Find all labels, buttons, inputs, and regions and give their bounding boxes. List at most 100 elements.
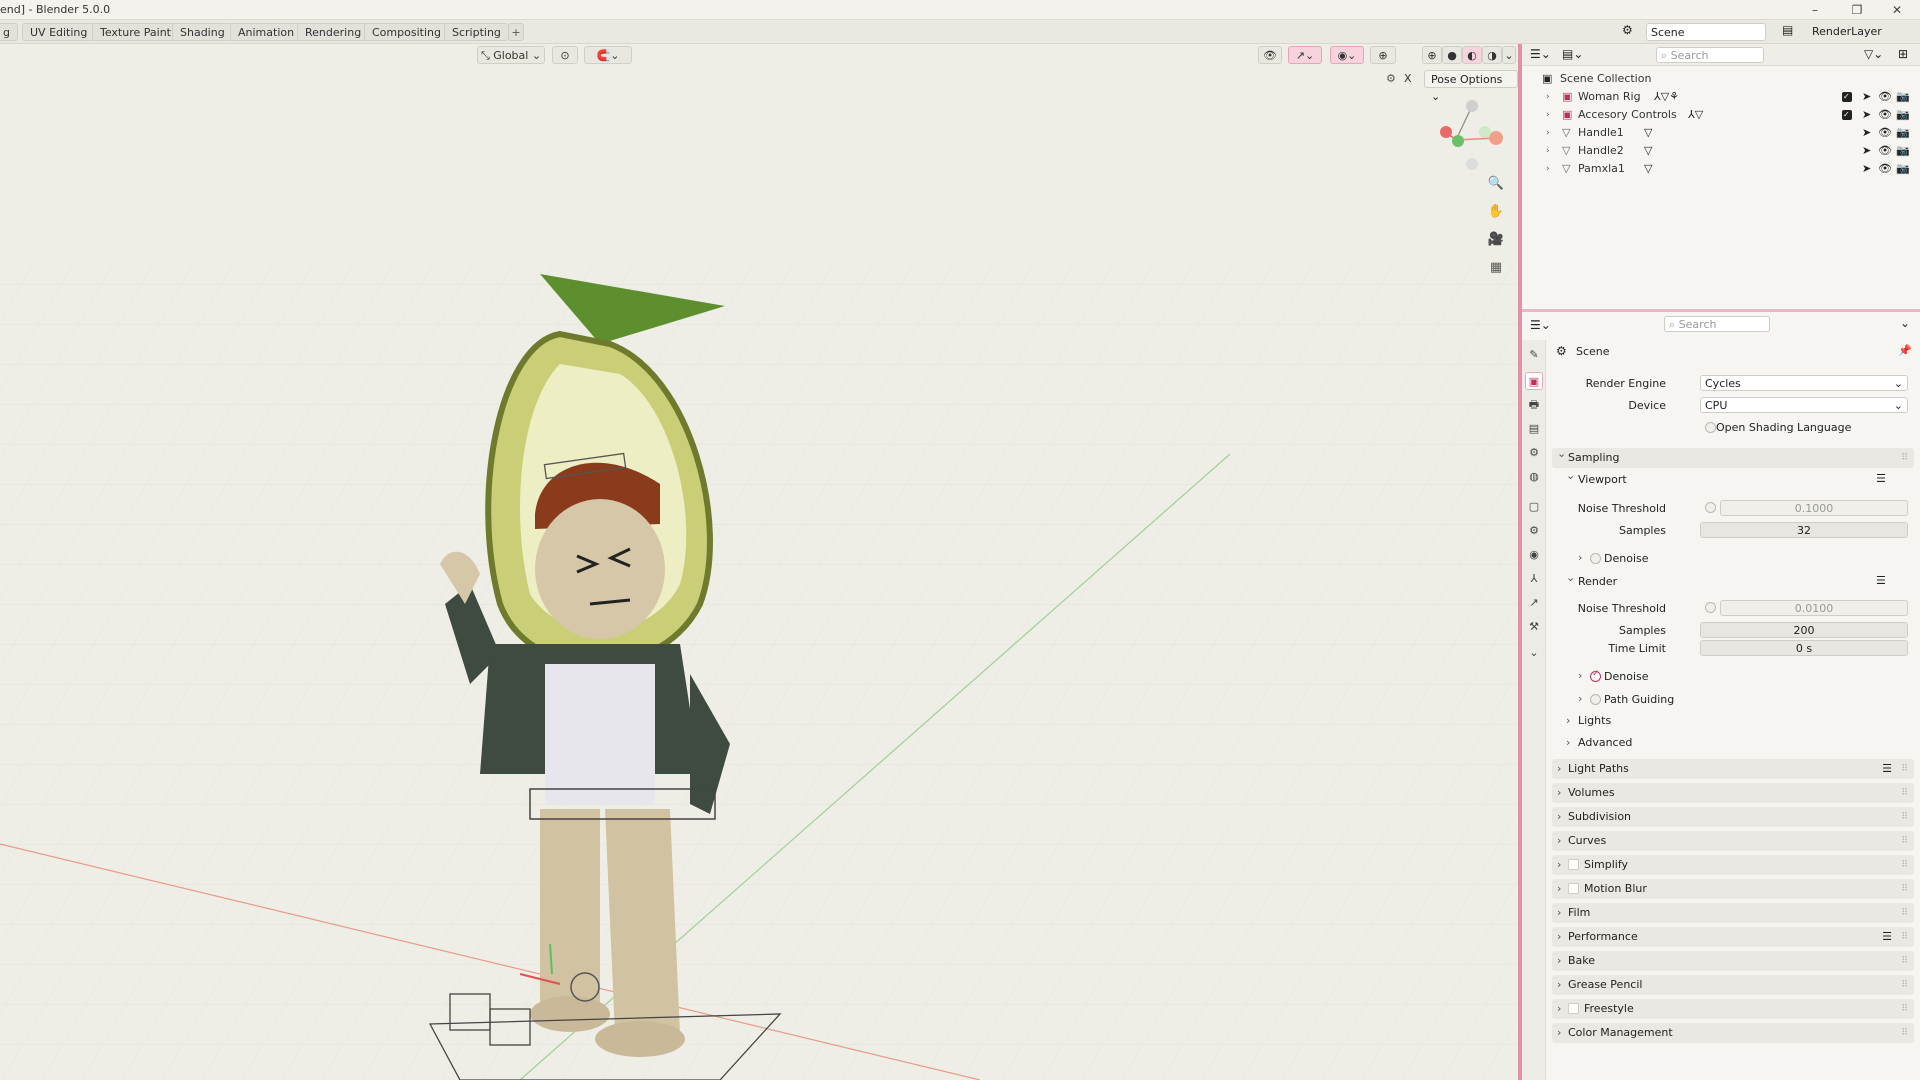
vp-samples-field[interactable]: 32 xyxy=(1700,522,1908,538)
drag-handle-icon[interactable]: ⠿ xyxy=(1901,927,1908,947)
pose-options-dropdown[interactable]: Pose Options ⌄ xyxy=(1424,70,1518,103)
view-layer-tab-icon[interactable]: ▤ xyxy=(1525,420,1543,438)
selectable-icon[interactable]: ➤ xyxy=(1862,124,1871,142)
render-tab-icon[interactable]: ▣ xyxy=(1525,372,1543,390)
xray-button[interactable]: ⊕ xyxy=(1370,46,1396,64)
modifier-tab-icon[interactable]: ⚙ xyxy=(1525,522,1543,540)
mirror-x-label[interactable]: X xyxy=(1404,72,1412,85)
tab-texture-paint[interactable]: Texture Paint xyxy=(92,23,179,41)
drag-handle-icon[interactable]: ⠿ xyxy=(1901,783,1908,803)
expand-icon[interactable]: › xyxy=(1546,124,1550,142)
eye-icon[interactable]: 👁 xyxy=(1878,160,1892,178)
zoom-icon[interactable]: 🔍 xyxy=(1486,174,1506,194)
eye-icon[interactable]: 👁 xyxy=(1878,88,1892,106)
bone-tab-icon[interactable]: ↗ xyxy=(1525,594,1543,612)
gizmo-toggle-button[interactable]: ↗⌄ xyxy=(1288,46,1322,64)
outliner-row[interactable]: › ▣ Accesory Controls ⅄▽ ➤ 👁 📷 xyxy=(1522,106,1920,124)
outliner-search-input[interactable]: ⌕ Search xyxy=(1656,47,1764,63)
outliner-row[interactable]: › ▽ Handle1 ▽ ➤ 👁 📷 xyxy=(1522,124,1920,142)
light-paths-panel-header[interactable]: Light Paths☰⠿ xyxy=(1552,759,1914,779)
color-management-panel-header[interactable]: Color Management⠿ xyxy=(1552,1023,1914,1043)
new-collection-icon[interactable]: ⊞ xyxy=(1898,47,1908,61)
vp-denoise-checkbox[interactable] xyxy=(1590,553,1601,564)
camera-icon[interactable]: 📷 xyxy=(1896,142,1910,160)
expand-icon[interactable]: › xyxy=(1546,142,1550,160)
tab-scripting[interactable]: Scripting xyxy=(444,23,509,41)
device-dropdown[interactable]: CPU ⌄ xyxy=(1700,397,1908,413)
rendered-shading-icon[interactable]: ◑ xyxy=(1482,46,1502,64)
tab-rendering[interactable]: Rendering xyxy=(297,23,370,41)
3d-viewport[interactable]: ⤡ Global ⌄ ⊙ 🧲⌄ 👁 ↗⌄ ◉⌄ ⊕ ⊕ ● ◐ ◑ ⌄ ⚙ X … xyxy=(0,44,1518,1080)
camera-view-icon[interactable]: 🎥 xyxy=(1486,230,1506,250)
properties-search-input[interactable]: ⌕ Search xyxy=(1664,316,1770,332)
drag-handle-icon[interactable]: ⠿ xyxy=(1901,999,1908,1019)
bake-panel-header[interactable]: Bake⠿ xyxy=(1552,951,1914,971)
volumes-panel-header[interactable]: Volumes⠿ xyxy=(1552,783,1914,803)
minimize-icon[interactable]: – xyxy=(1800,1,1830,19)
drag-handle-icon[interactable]: ⠿ xyxy=(1901,879,1908,899)
more-tabs-chevron-icon[interactable]: ⌄ xyxy=(1525,644,1543,662)
scene-icon[interactable]: ⚙ xyxy=(1622,23,1633,37)
tab-compositing[interactable]: Compositing xyxy=(364,23,449,41)
overlay-toggle-button[interactable]: ◉⌄ xyxy=(1330,46,1364,64)
include-checkbox[interactable] xyxy=(1842,106,1852,124)
film-panel-header[interactable]: Film⠿ xyxy=(1552,903,1914,923)
motion-blur-checkbox[interactable] xyxy=(1568,883,1579,894)
expand-icon[interactable]: › xyxy=(1546,88,1550,106)
r-samples-field[interactable]: 200 xyxy=(1700,622,1908,638)
object-tab-icon[interactable]: ▢ xyxy=(1525,498,1543,516)
eye-icon[interactable]: 👁 xyxy=(1878,106,1892,124)
performance-panel-header[interactable]: Performance☰⠿ xyxy=(1552,927,1914,947)
world-tab-icon[interactable]: ◍ xyxy=(1525,468,1543,486)
expand-icon[interactable]: › xyxy=(1546,106,1550,124)
display-mode-icon[interactable]: ▤⌄ xyxy=(1562,47,1583,61)
selectable-icon[interactable]: ➤ xyxy=(1862,160,1871,178)
bone-constraint-tab-icon[interactable]: ⚒ xyxy=(1525,618,1543,636)
selectable-icon[interactable]: ➤ xyxy=(1862,88,1871,106)
motion-blur-panel-header[interactable]: Motion Blur⠿ xyxy=(1552,879,1914,899)
selectable-icon[interactable]: ➤ xyxy=(1862,142,1871,160)
shading-options-chevron-icon[interactable]: ⌄ xyxy=(1502,46,1516,64)
render-engine-dropdown[interactable]: Cycles ⌄ xyxy=(1700,375,1908,391)
filter-icon[interactable]: ▽⌄ xyxy=(1864,47,1883,61)
presets-icon[interactable]: ☰ xyxy=(1876,472,1886,485)
output-tab-icon[interactable]: 🖶 xyxy=(1525,396,1543,414)
simplify-checkbox[interactable] xyxy=(1568,859,1579,870)
physics-tab-icon[interactable]: ◉ xyxy=(1525,546,1543,564)
transform-orientation-dropdown[interactable]: ⤡ Global ⌄ xyxy=(477,46,545,64)
perspective-grid-icon[interactable]: ▦ xyxy=(1486,258,1506,278)
freestyle-panel-header[interactable]: Freestyle⠿ xyxy=(1552,999,1914,1019)
drag-handle-icon[interactable]: ⠿ xyxy=(1901,759,1908,779)
osl-checkbox[interactable] xyxy=(1705,422,1716,433)
close-icon[interactable]: ✕ xyxy=(1882,1,1912,19)
drag-handle-icon[interactable]: ⠿ xyxy=(1901,975,1908,995)
camera-icon[interactable]: 📷 xyxy=(1896,88,1910,106)
editor-type-icon[interactable]: ☰⌄ xyxy=(1530,47,1551,61)
wireframe-shading-icon[interactable]: ⊕ xyxy=(1422,46,1442,64)
expand-icon[interactable]: › xyxy=(1546,160,1550,178)
freestyle-checkbox[interactable] xyxy=(1568,1003,1579,1014)
path-guiding-checkbox[interactable] xyxy=(1590,694,1601,705)
eye-icon[interactable]: 👁 xyxy=(1878,142,1892,160)
presets-icon[interactable]: ☰ xyxy=(1882,759,1892,779)
render-subpanel-header[interactable]: Render xyxy=(1564,569,1617,591)
r-denoise-checkbox[interactable] xyxy=(1590,669,1601,682)
presets-icon[interactable]: ☰ xyxy=(1882,927,1892,947)
snapping-button[interactable]: 🧲⌄ xyxy=(584,46,632,64)
viewport-subpanel-header[interactable]: Viewport xyxy=(1564,467,1627,489)
lights-subpanel-header[interactable]: Lights xyxy=(1564,712,1611,730)
selectable-icon[interactable]: ➤ xyxy=(1862,106,1871,124)
view-layer-icon[interactable]: ▤ xyxy=(1782,23,1793,37)
drag-handle-icon[interactable]: ⠿ xyxy=(1901,1023,1908,1043)
visibility-icon[interactable]: 👁 xyxy=(1258,46,1282,64)
vp-noise-threshold-field[interactable]: 0.1000 xyxy=(1720,500,1908,516)
view-layer-selector[interactable]: RenderLayer xyxy=(1808,23,1904,41)
outliner-row[interactable]: › ▽ Handle2 ▽ ➤ 👁 📷 xyxy=(1522,142,1920,160)
camera-icon[interactable]: 📷 xyxy=(1896,160,1910,178)
options-chevron-icon[interactable]: ⌄ xyxy=(1900,316,1910,330)
scene-collection-row[interactable]: ▣ Scene Collection xyxy=(1522,70,1920,88)
pin-icon[interactable]: 📌 xyxy=(1898,344,1912,357)
editor-type-icon[interactable]: ☰⌄ xyxy=(1530,318,1551,332)
subdivision-panel-header[interactable]: Subdivision⠿ xyxy=(1552,807,1914,827)
eye-icon[interactable]: 👁 xyxy=(1878,124,1892,142)
